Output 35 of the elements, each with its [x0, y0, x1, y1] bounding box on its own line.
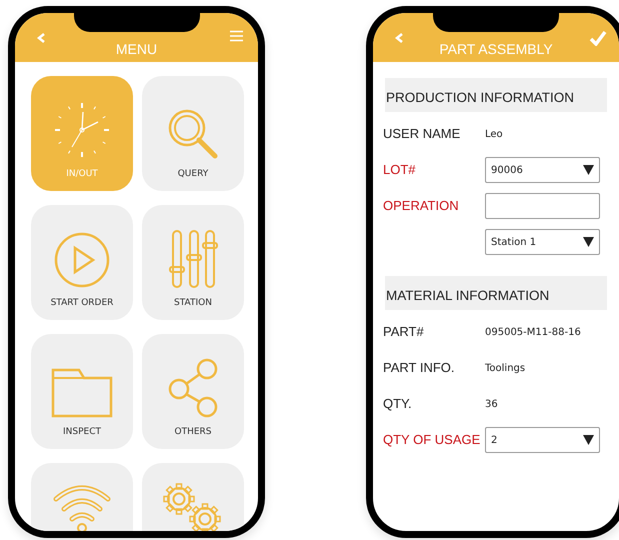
field-label: PART#	[383, 323, 425, 342]
menu-tile[interactable]: OTHERS	[142, 334, 244, 449]
dropdown-arrow-icon	[583, 435, 594, 445]
field-label: USER NAME	[383, 125, 462, 144]
input-field[interactable]	[485, 193, 600, 219]
dropdown-field[interactable]: Station 1	[485, 229, 600, 255]
dropdown-field[interactable]: 2	[485, 427, 600, 453]
section-heading: PRODUCTION INFORMATION	[385, 78, 607, 112]
field-label: LOT#	[383, 161, 417, 180]
field-label: QTY OF USAGE	[383, 431, 482, 450]
sliders-icon	[168, 228, 218, 288]
menu-icon[interactable]	[230, 30, 243, 42]
field-label: PART INFO.	[383, 359, 456, 378]
search-icon	[167, 108, 219, 160]
dropdown-arrow-icon	[583, 165, 594, 175]
play-icon	[53, 230, 111, 288]
check-icon[interactable]	[589, 30, 607, 46]
field-label: QTY.	[383, 395, 413, 414]
section-heading: MATERIAL INFORMATION	[385, 276, 607, 310]
header-title: MENU	[114, 40, 158, 59]
field-value: 095005-M11-88-16	[485, 326, 581, 340]
menu-tile[interactable]: QUERY	[142, 76, 244, 191]
menu-tile[interactable]: INSPECT	[31, 334, 133, 449]
back-icon[interactable]	[395, 32, 404, 44]
back-icon[interactable]	[37, 32, 46, 44]
field-value: Leo	[485, 128, 503, 142]
field-value: Toolings	[485, 362, 526, 376]
field-value: 36	[485, 398, 498, 412]
menu-tile[interactable]: STATION	[142, 205, 244, 320]
share-icon	[168, 358, 218, 418]
menu-tile[interactable]: START ORDER	[31, 205, 133, 320]
field-label: OPERATION	[383, 197, 460, 216]
header-title: PART ASSEMBLY	[438, 40, 554, 59]
dropdown-arrow-icon	[583, 237, 594, 247]
dropdown-field[interactable]: 90006	[485, 157, 600, 183]
